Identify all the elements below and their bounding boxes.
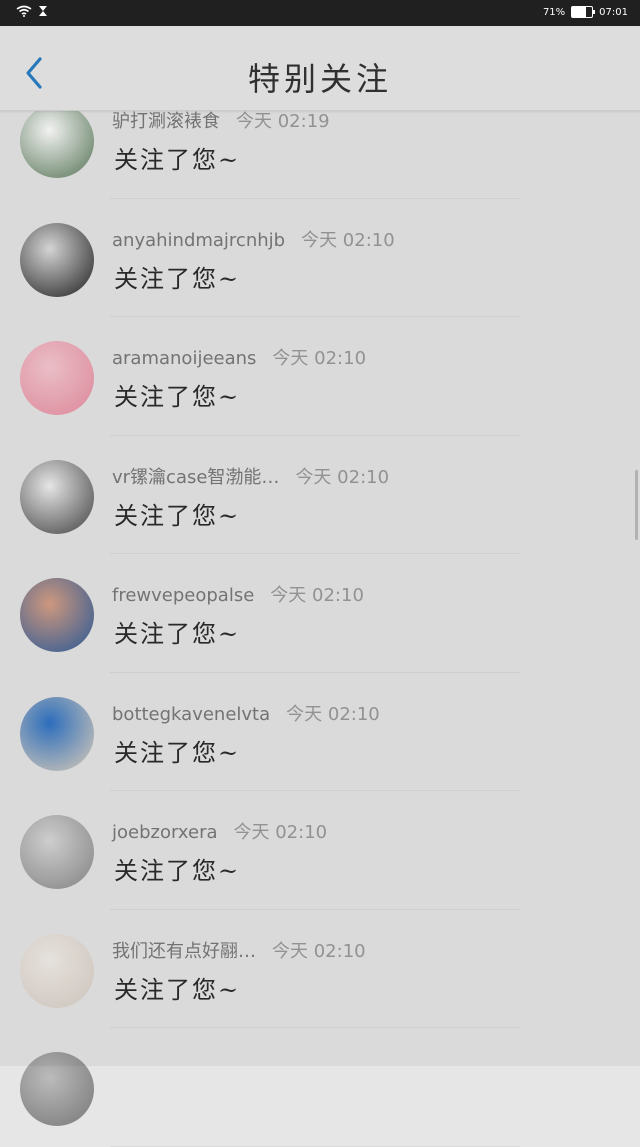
avatar[interactable]	[20, 459, 94, 534]
battery-icon	[571, 6, 596, 18]
list-item[interactable]: vr镙瀹case智渤能… 今天 02:10 关注了您~	[0, 436, 640, 555]
user-name[interactable]: frewvepeopalse	[112, 585, 254, 606]
list-item[interactable]	[0, 1028, 640, 1147]
name-line: joebzorxera 今天 02:10	[112, 818, 327, 844]
timestamp: 今天 02:10	[295, 466, 390, 488]
timestamp: 今天 02:10	[272, 940, 366, 962]
avatar[interactable]	[20, 104, 94, 178]
avatar[interactable]	[20, 222, 94, 297]
message-text: 关注了您~	[114, 857, 241, 885]
battery-level-fill	[572, 7, 587, 17]
user-name[interactable]: bottegkavenelvta	[112, 704, 270, 725]
message-text: 关注了您~	[114, 501, 241, 530]
notification-list: 驴打涮滚裱食 今天 02:19 关注了您~ anyahindmajrcnhjb 今天 0…	[0, 80, 640, 1147]
user-name[interactable]: joebzorxera	[112, 822, 218, 843]
message-text: 关注了您~	[114, 975, 241, 1004]
user-name[interactable]: vr镙瀹case智渤能…	[112, 467, 279, 488]
avatar[interactable]	[20, 1052, 94, 1126]
timestamp: 今天 02:19	[236, 111, 330, 132]
hourglass-icon	[38, 5, 48, 20]
message-text: 关注了您~	[114, 738, 241, 767]
user-name[interactable]: aramanoijeeans	[112, 348, 256, 369]
name-line: aramanoijeeans 今天 02:10	[112, 344, 366, 370]
list-item[interactable]: aramanoijeeans 今天 02:10 关注了您~	[0, 317, 640, 436]
timestamp: 今天 02:10	[270, 585, 364, 606]
header: 特别关注	[0, 26, 640, 111]
wifi-icon	[16, 5, 32, 20]
name-line: bottegkavenelvta 今天 02:10	[112, 700, 380, 726]
timestamp: 今天 02:10	[233, 822, 328, 843]
avatar[interactable]	[20, 341, 94, 415]
avatar[interactable]	[20, 578, 94, 652]
timestamp: 今天 02:10	[286, 703, 380, 725]
user-name[interactable]: anyahindmajrcnhjb	[112, 230, 285, 251]
clock: 07:01	[599, 6, 628, 18]
avatar[interactable]	[20, 933, 94, 1008]
message-text: 关注了您~	[114, 146, 241, 174]
list-item[interactable]: frewvepeopalse 今天 02:10 关注了您~	[0, 554, 640, 673]
status-bar: 71% 07:01	[0, 0, 640, 26]
message-text: 关注了您~	[114, 264, 241, 293]
name-line: 我们还有点好翮… 今天 02:10	[112, 937, 366, 963]
list-item[interactable]: bottegkavenelvta 今天 02:10 关注了您~	[0, 673, 640, 792]
name-line: anyahindmajrcnhjb 今天 02:10	[112, 226, 395, 252]
message-text: 关注了您~	[114, 383, 241, 411]
timestamp: 今天 02:10	[301, 229, 395, 251]
list-item[interactable]: joebzorxera 今天 02:10 关注了您~	[0, 791, 640, 910]
page-title: 特别关注	[247, 60, 392, 98]
name-line: frewvepeopalse 今天 02:10	[112, 581, 364, 607]
user-name[interactable]: 驴打涮滚裱食	[112, 111, 220, 132]
name-line: vr镙瀹case智渤能… 今天 02:10	[112, 463, 389, 489]
avatar[interactable]	[20, 696, 94, 771]
message-text: 关注了您~	[114, 620, 241, 648]
list-item[interactable]: anyahindmajrcnhjb 今天 02:10 关注了您~	[0, 199, 640, 318]
list-item[interactable]: 我们还有点好翮… 今天 02:10 关注了您~	[0, 910, 640, 1029]
timestamp: 今天 02:10	[272, 348, 367, 369]
battery-percent: 71%	[542, 6, 566, 18]
user-name[interactable]: 我们还有点好翮…	[112, 941, 256, 962]
avatar[interactable]	[20, 815, 94, 889]
scrollbar[interactable]	[635, 470, 638, 540]
